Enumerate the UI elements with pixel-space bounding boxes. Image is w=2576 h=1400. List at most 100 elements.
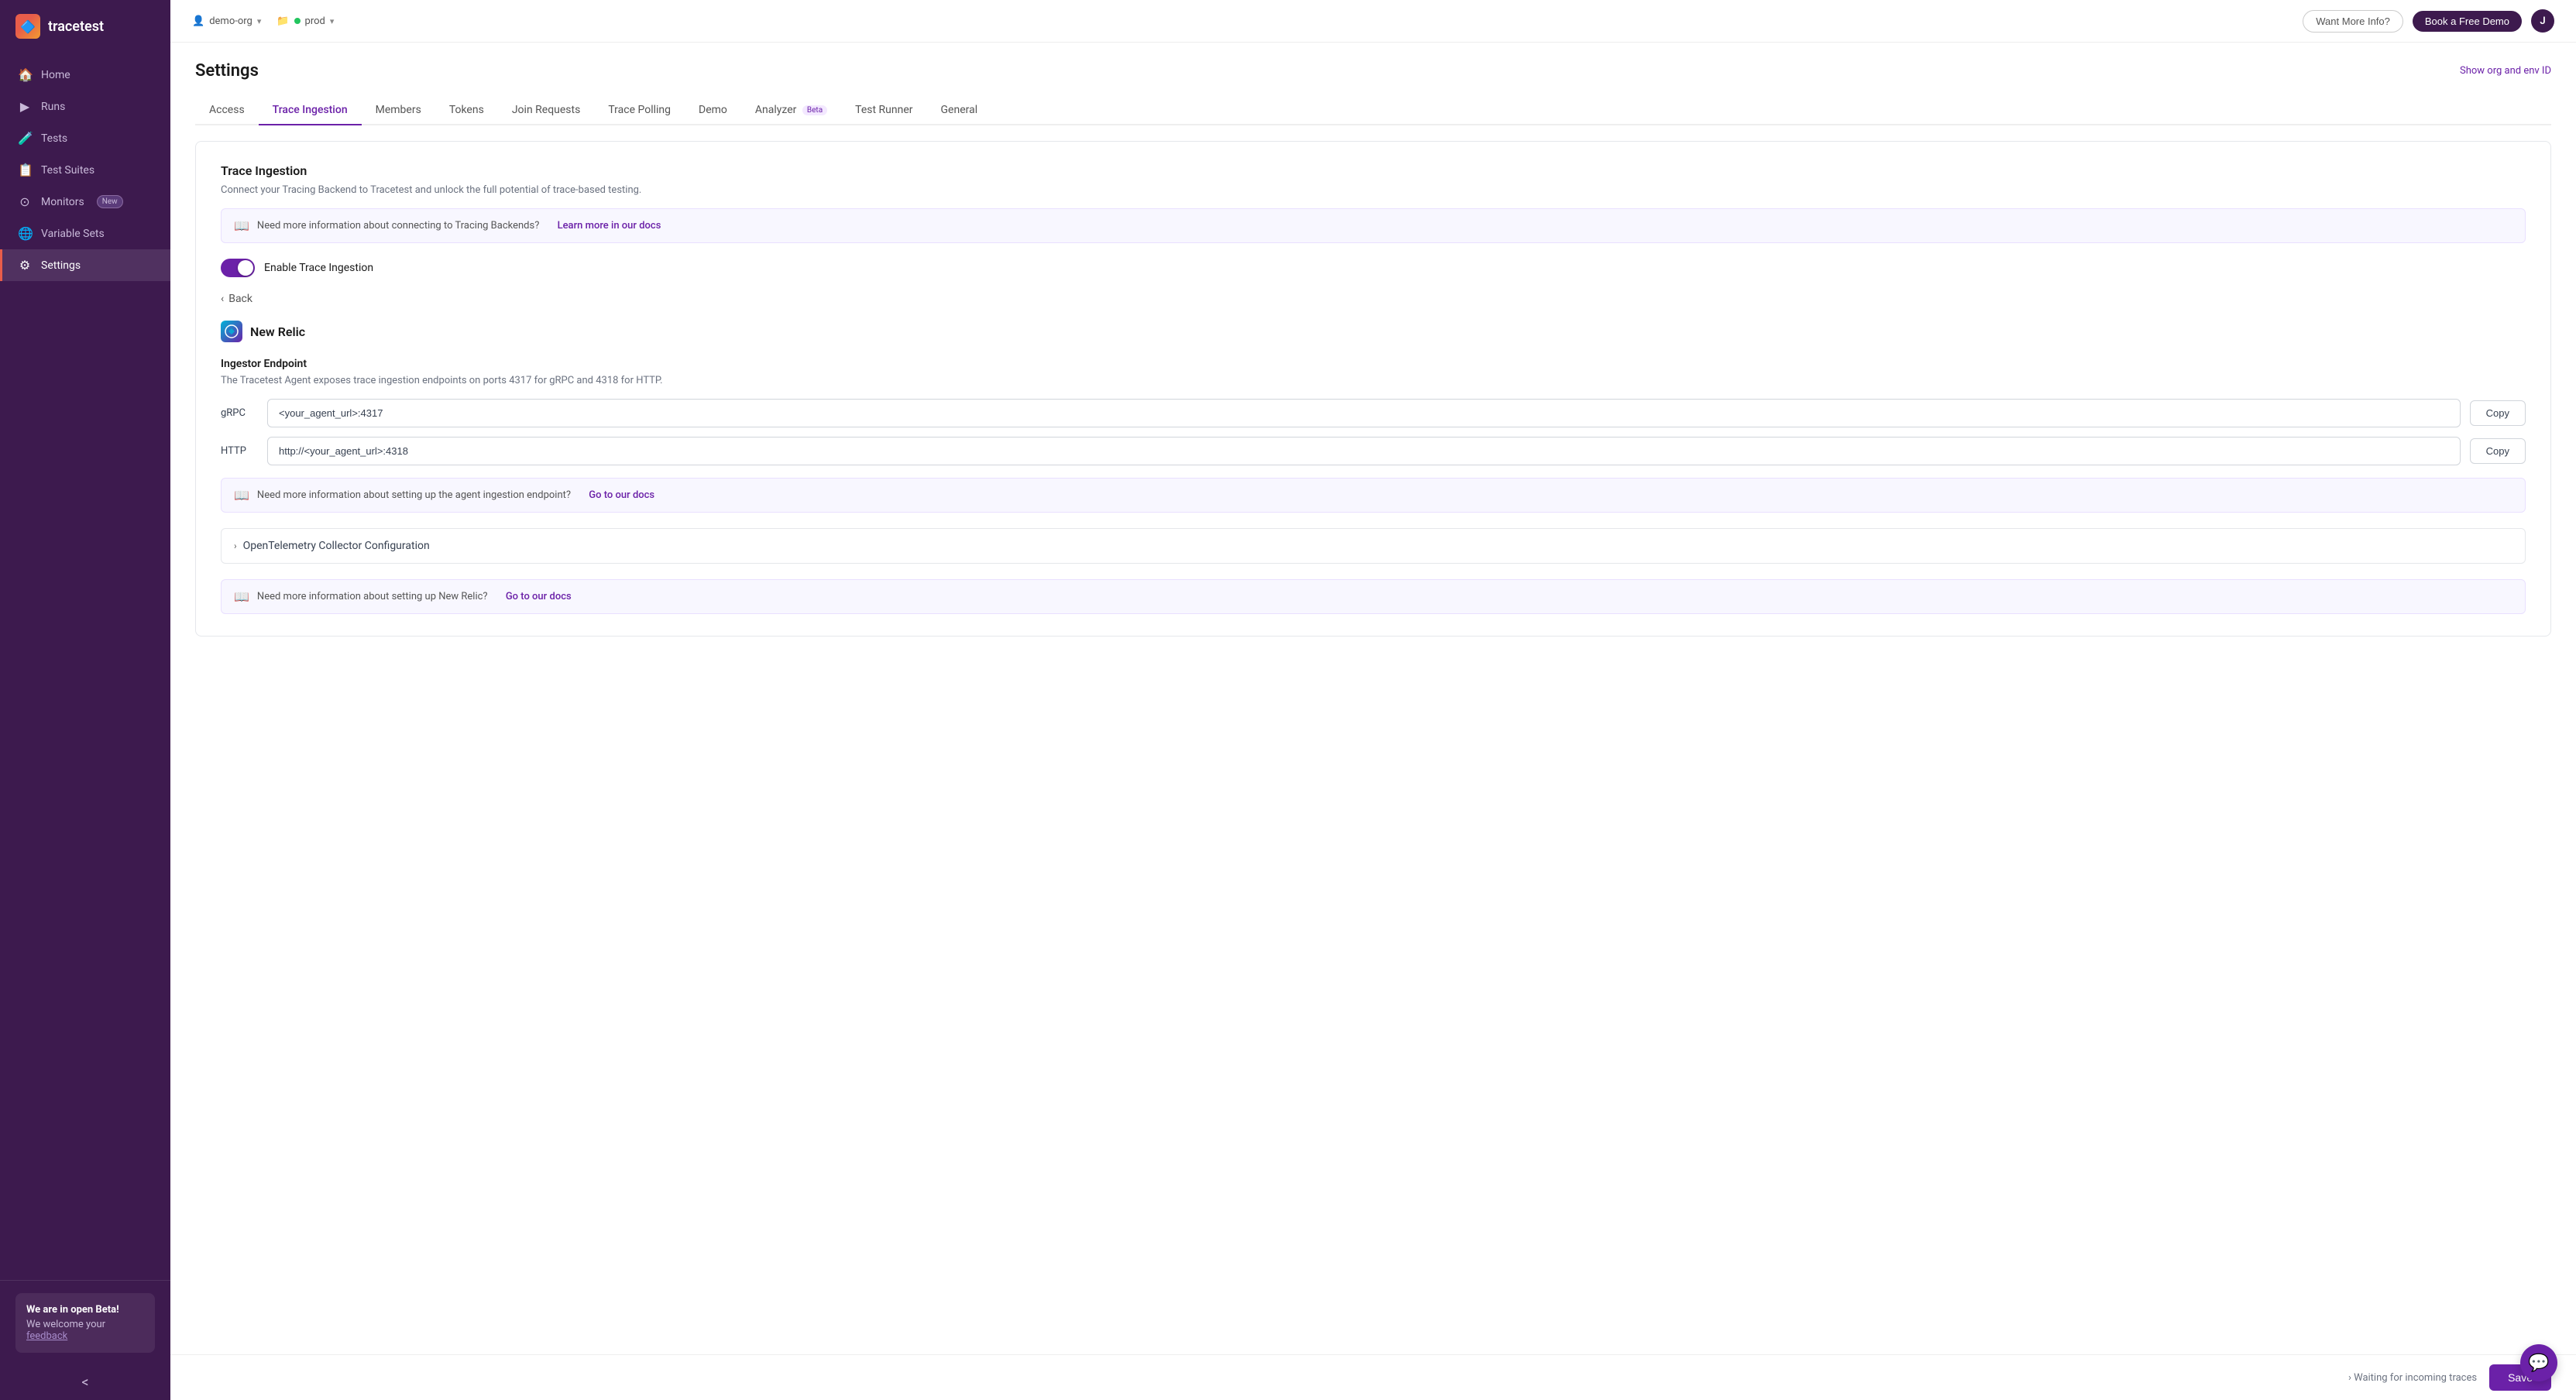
toggle-knob [238,260,253,276]
grpc-label: gRPC [221,407,258,419]
provider-icon [221,321,242,342]
sidebar-item-label: Monitors [41,196,84,208]
sidebar-item-tests[interactable]: 🧪 Tests [0,122,170,154]
org-icon: 👤 [192,15,204,27]
sidebar-item-home[interactable]: 🏠 Home [0,59,170,91]
sidebar-item-test-suites[interactable]: 📋 Test Suites [0,154,170,186]
tests-icon: 🧪 [18,131,32,146]
info-icon-2: 📖 [234,488,249,503]
provider-header: New Relic [221,321,2526,342]
settings-icon: ⚙ [18,258,32,273]
sidebar: 🔷 tracetest 🏠 Home ▶ Runs 🧪 Tests 📋 Test… [0,0,170,1400]
org-name: demo-org [209,15,252,27]
endpoint-info-box: 📖 Need more information about setting up… [221,478,2526,513]
back-link[interactable]: ‹ Back [221,293,2526,305]
settings-tabs: Access Trace Ingestion Members Tokens Jo… [195,96,2551,125]
info-icon: 📖 [234,218,249,233]
topbar-right: Want More Info? Book a Free Demo J [2303,9,2554,33]
sidebar-item-settings[interactable]: ⚙ Settings [0,249,170,281]
folder-icon: 📁 [276,15,289,27]
tab-members[interactable]: Members [362,96,435,125]
tab-general[interactable]: General [927,96,992,125]
logo: 🔷 tracetest [0,0,170,53]
section-title: Trace Ingestion [221,163,2526,178]
sidebar-footer: We are in open Beta! We welcome your fee… [0,1280,170,1365]
otel-section-label: OpenTelemetry Collector Configuration [243,540,430,552]
beta-box: We are in open Beta! We welcome your fee… [15,1293,155,1353]
variable-sets-icon: 🌐 [18,226,32,241]
env-selector[interactable]: 📁 prod ▾ [276,15,334,27]
env-status-dot [294,18,301,24]
endpoint-info-text: Need more information about setting up t… [257,489,571,501]
grpc-endpoint-row: gRPC Copy [221,399,2526,427]
trace-ingestion-panel: Trace Ingestion Connect your Tracing Bac… [195,141,2551,637]
provider-name: New Relic [250,324,305,339]
tab-trace-ingestion[interactable]: Trace Ingestion [259,96,362,125]
main-content: 👤 demo-org ▾ 📁 prod ▾ Want More Info? Bo… [170,0,2576,1400]
page-title: Settings [195,61,259,81]
want-info-button[interactable]: Want More Info? [2303,10,2403,33]
sidebar-item-monitors[interactable]: ⊙ Monitors New [0,186,170,218]
chat-bubble-button[interactable]: 💬 [2520,1344,2557,1381]
waiting-status: › Waiting for incoming traces [2348,1372,2477,1384]
topbar: 👤 demo-org ▾ 📁 prod ▾ Want More Info? Bo… [170,0,2576,43]
expand-icon: › [234,540,237,551]
http-label: HTTP [221,445,258,457]
toggle-label: Enable Trace Ingestion [264,262,373,274]
user-avatar[interactable]: J [2531,9,2554,33]
tab-join-requests[interactable]: Join Requests [498,96,595,125]
enable-trace-ingestion-row: Enable Trace Ingestion [221,259,2526,277]
section-desc: Connect your Tracing Backend to Tracetes… [221,184,2526,196]
tab-access[interactable]: Access [195,96,259,125]
runs-icon: ▶ [18,99,32,114]
sidebar-item-label: Runs [41,101,65,113]
tab-demo[interactable]: Demo [685,96,741,125]
sidebar-collapse-button[interactable]: < [0,1365,170,1400]
ingestor-desc: The Tracetest Agent exposes trace ingest… [221,375,2526,386]
enable-trace-ingestion-toggle[interactable] [221,259,255,277]
sidebar-item-label: Test Suites [41,164,94,177]
org-chevron-icon: ▾ [257,16,262,26]
tracing-backends-info-box: 📖 Need more information about connecting… [221,208,2526,243]
monitors-new-badge: New [97,195,123,208]
logo-text: tracetest [48,19,104,35]
endpoint-docs-link[interactable]: Go to our docs [589,489,654,501]
back-chevron-icon: ‹ [221,293,224,305]
http-endpoint-row: HTTP Copy [221,437,2526,465]
tab-trace-polling[interactable]: Trace Polling [594,96,685,125]
sidebar-item-variable-sets[interactable]: 🌐 Variable Sets [0,218,170,249]
monitors-icon: ⊙ [18,194,32,209]
test-suites-icon: 📋 [18,163,32,177]
bottom-bar: › Waiting for incoming traces Save [170,1354,2576,1400]
tab-tokens[interactable]: Tokens [435,96,498,125]
beta-desc: We welcome your [26,1319,105,1330]
env-name: prod [305,15,325,27]
beta-title: We are in open Beta! [26,1304,144,1316]
spinner-icon: › [2348,1372,2351,1384]
sidebar-nav: 🏠 Home ▶ Runs 🧪 Tests 📋 Test Suites ⊙ Mo… [0,53,170,1280]
grpc-copy-button[interactable]: Copy [2470,400,2526,426]
logo-icon: 🔷 [15,14,40,39]
sidebar-item-runs[interactable]: ▶ Runs [0,91,170,122]
sidebar-item-label: Tests [41,132,67,145]
tab-analyzer[interactable]: Analyzer Beta [741,96,841,125]
learn-more-link[interactable]: Learn more in our docs [558,220,661,232]
http-copy-button[interactable]: Copy [2470,438,2526,464]
back-label: Back [228,293,252,305]
book-demo-button[interactable]: Book a Free Demo [2413,11,2522,32]
org-selector[interactable]: 👤 demo-org ▾ [192,15,261,27]
newrelic-info-box: 📖 Need more information about setting up… [221,579,2526,614]
home-icon: 🏠 [18,67,32,82]
feedback-link[interactable]: feedback [26,1330,67,1342]
newrelic-docs-link[interactable]: Go to our docs [506,591,572,602]
newrelic-info-text: Need more information about setting up N… [257,591,488,602]
sidebar-item-label: Variable Sets [41,228,105,240]
grpc-input[interactable] [267,399,2461,427]
otel-collector-section[interactable]: › OpenTelemetry Collector Configuration [221,528,2526,564]
info-box-text: Need more information about connecting t… [257,220,539,232]
show-org-link[interactable]: Show org and env ID [2460,65,2551,77]
sidebar-item-label: Settings [41,259,81,272]
tab-test-runner[interactable]: Test Runner [841,96,926,125]
http-input[interactable] [267,437,2461,465]
topbar-left: 👤 demo-org ▾ 📁 prod ▾ [192,15,334,27]
